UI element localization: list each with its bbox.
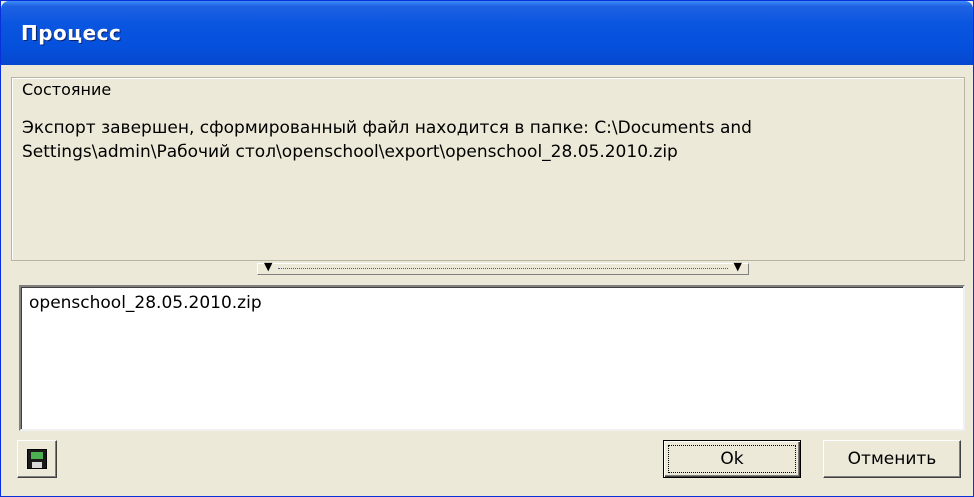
title-bar[interactable]: Процесс bbox=[1, 1, 973, 65]
button-bar: Ok Отменить bbox=[7, 431, 967, 489]
chevron-down-icon[interactable]: ▼ bbox=[264, 261, 272, 273]
chevron-down-icon[interactable]: ▼ bbox=[734, 261, 742, 273]
floppy-disk-icon bbox=[27, 449, 47, 469]
process-dialog: Процесс Состояние Экспорт завершен, сфор… bbox=[0, 0, 974, 497]
ok-button[interactable]: Ok bbox=[663, 440, 801, 478]
status-message: Экспорт завершен, сформированный файл на… bbox=[22, 118, 758, 162]
cancel-button[interactable]: Отменить bbox=[823, 440, 961, 478]
list-item[interactable]: openschool_28.05.2010.zip bbox=[29, 293, 262, 313]
splitter-handle[interactable]: ▼ ▼ bbox=[257, 261, 749, 275]
splitter-grip bbox=[278, 268, 728, 269]
floppy-shutter bbox=[32, 462, 42, 468]
window-title: Процесс bbox=[21, 21, 122, 45]
status-group-caption: Состояние bbox=[20, 80, 114, 99]
dialog-client-area: Состояние Экспорт завершен, сформированн… bbox=[7, 65, 967, 489]
save-button[interactable] bbox=[17, 440, 57, 478]
floppy-label bbox=[31, 452, 43, 459]
file-list[interactable]: openschool_28.05.2010.zip bbox=[19, 285, 965, 431]
status-groupbox: Состояние Экспорт завершен, сформированн… bbox=[11, 77, 965, 261]
ok-button-label: Ok bbox=[668, 445, 796, 473]
